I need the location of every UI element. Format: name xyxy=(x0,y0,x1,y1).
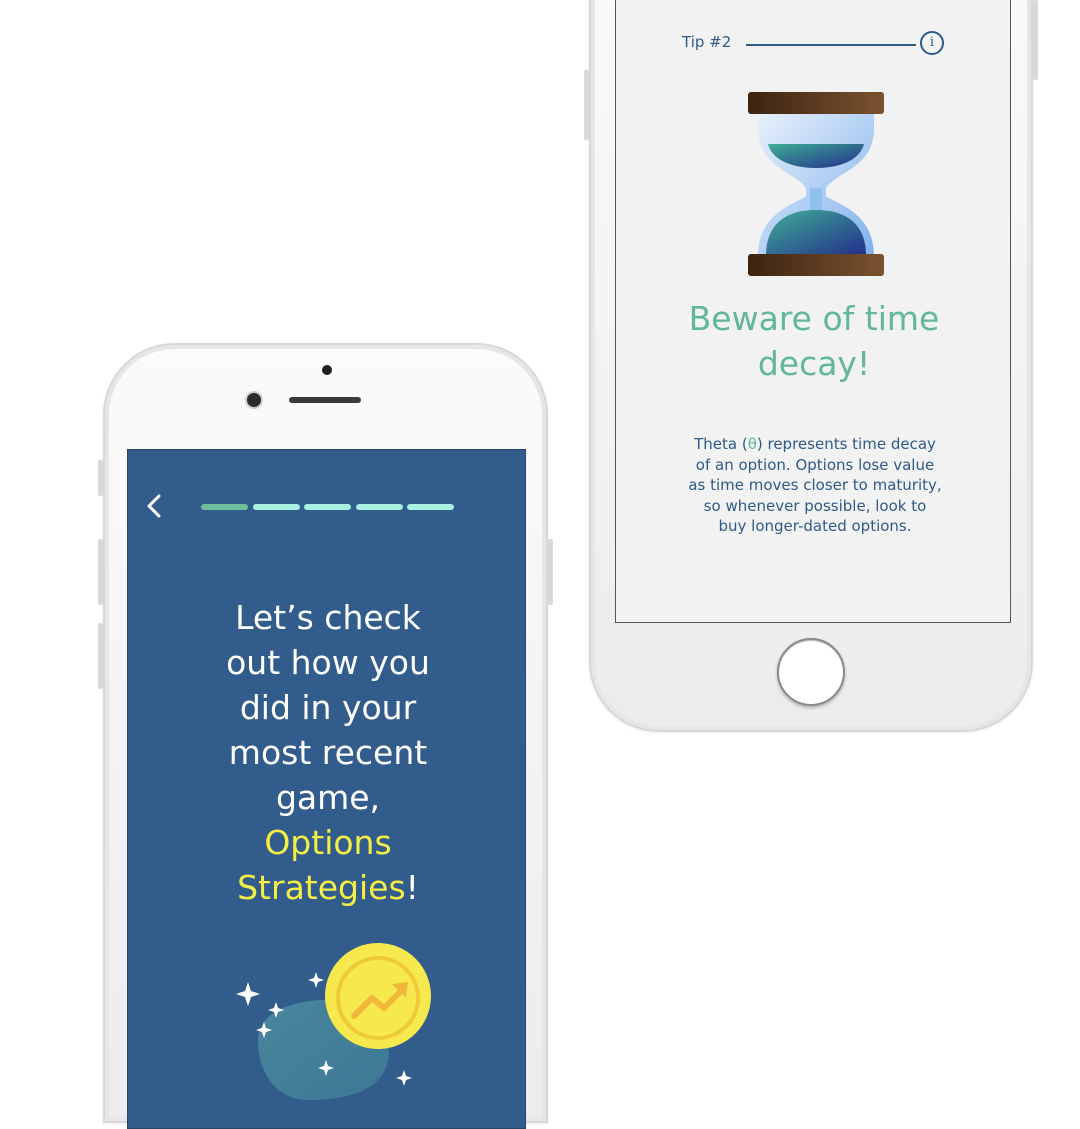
phone-right: Tip #2 i Beware of time decay! Theta (θ)… xyxy=(584,0,1038,732)
theta-symbol: θ xyxy=(747,435,757,453)
tip-screen: Tip #2 i Beware of time decay! Theta (θ)… xyxy=(615,0,1011,623)
headline-highlight: Options xyxy=(264,823,392,862)
coin-trend-icon xyxy=(236,943,431,1100)
progress-segment xyxy=(355,504,403,510)
tip-divider xyxy=(746,44,916,46)
side-button xyxy=(548,539,553,605)
tip-label: Tip #2 xyxy=(682,33,732,51)
phone-left: Let’s check out how you did in your most… xyxy=(98,343,553,1129)
progress-segment-done xyxy=(201,504,248,510)
home-button[interactable] xyxy=(777,638,845,706)
side-button xyxy=(584,70,589,140)
side-button xyxy=(98,539,103,605)
intro-screen: Let’s check out how you did in your most… xyxy=(127,449,526,1129)
side-button xyxy=(1033,0,1038,80)
progress-segment xyxy=(407,504,454,510)
front-camera xyxy=(247,393,261,407)
tip-title: Beware of time decay! xyxy=(688,299,940,383)
progress-segment xyxy=(304,504,351,510)
tip-body-line: Theta (θ) represents time decay xyxy=(694,435,936,453)
side-button xyxy=(98,623,103,689)
tip-body: Theta (θ) represents time decay of an op… xyxy=(660,434,970,537)
side-button xyxy=(98,460,103,496)
tip-body-line: as time moves closer to maturity, xyxy=(688,476,942,494)
hourglass-icon xyxy=(748,92,884,276)
proximity-sensor xyxy=(322,365,332,375)
progress-segment xyxy=(252,504,300,510)
chevron-left-icon[interactable] xyxy=(142,492,168,520)
tip-body-line: buy longer-dated options. xyxy=(718,517,912,535)
headline-highlight: Strategies xyxy=(237,868,406,907)
tip-body-line: of an option. Options lose value xyxy=(695,455,935,474)
headline: Let’s check out how you did in your most… xyxy=(226,598,430,907)
earpiece-speaker xyxy=(289,397,361,403)
tip-header: Tip #2 i xyxy=(682,31,948,57)
tip-body-line: so whenever possible, look to xyxy=(703,496,927,515)
info-icon[interactable]: i xyxy=(920,31,944,55)
